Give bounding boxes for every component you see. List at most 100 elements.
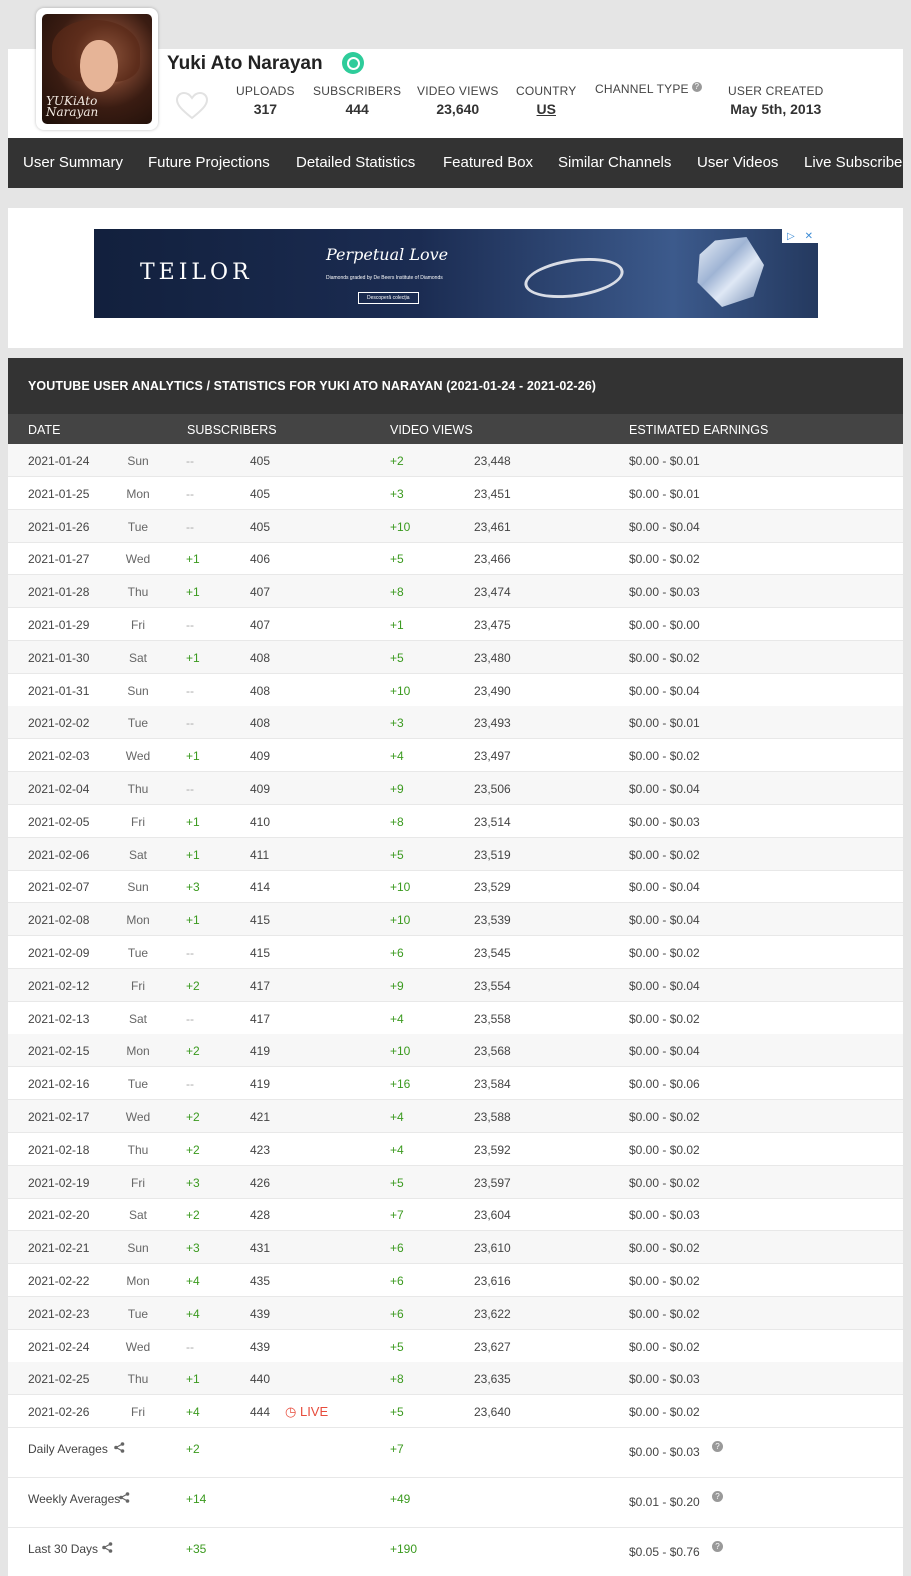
row-views: 23,558 <box>474 1011 511 1026</box>
table-row: 2021-01-24 Sun -- 405 +2 23,448 $0.00 - $0.01 <box>8 444 903 477</box>
row-earnings: $0.00 - $0.02 <box>629 1175 700 1190</box>
row-views: 23,588 <box>474 1110 511 1124</box>
stat-value: 444 <box>345 101 369 117</box>
row-views: 23,480 <box>474 650 511 665</box>
row-subscribers: 419 <box>250 1044 271 1059</box>
country-link[interactable]: US <box>516 101 577 117</box>
table-row: 2021-02-12 Fri +2 417 +9 23,554 $0.00 - $0.04 <box>8 968 903 1002</box>
close-icon[interactable]: ✕ <box>805 231 813 242</box>
row-sub-change: +3 <box>186 1241 200 1256</box>
row-views: 23,627 <box>474 1339 511 1354</box>
table-row: 2021-02-02 Tue -- 408 +3 23,493 $0.00 - $0.01 <box>8 706 903 740</box>
help-icon[interactable]: ? <box>712 1441 723 1452</box>
row-sub-change: +2 <box>186 1208 200 1223</box>
summary-label: Last 30 Days <box>28 1542 99 1556</box>
row-day: Thu <box>127 585 149 600</box>
table-row: 2021-02-07 Sun +3 414 +10 23,529 $0.00 - $0.04 <box>8 870 903 904</box>
nav-user-summary[interactable]: User Summary <box>23 154 123 171</box>
row-earnings: $0.00 - $0.03 <box>629 814 700 829</box>
row-day: Fri <box>131 978 145 993</box>
ad-banner[interactable]: TEILOR Perpetual Love Diamonds graded by… <box>94 229 818 318</box>
diamond-image <box>697 237 764 307</box>
row-earnings: $0.00 - $0.06 <box>629 1077 700 1092</box>
row-date: 2021-02-08 <box>28 913 90 928</box>
summary-views: +7 <box>390 1442 404 1456</box>
heart-icon[interactable] <box>176 92 208 120</box>
row-view-change: +5 <box>390 847 404 862</box>
row-earnings: $0.00 - $0.03 <box>629 1372 700 1387</box>
row-view-change: +10 <box>390 880 411 895</box>
summary-subscribers: +14 <box>186 1492 207 1506</box>
row-subscribers: 439 <box>250 1339 271 1354</box>
row-subscribers: 407 <box>250 618 271 632</box>
ad-cta-button[interactable]: Descoperă colecția <box>358 292 419 304</box>
row-subscribers: 440 <box>250 1372 271 1387</box>
row-date: 2021-01-30 <box>28 650 90 665</box>
help-icon[interactable]: ? <box>691 82 702 92</box>
share-icon[interactable] <box>114 1442 125 1456</box>
table-row: 2021-01-31 Sun -- 408 +10 23,490 $0.00 - $0.04 <box>8 674 903 707</box>
row-view-change: +4 <box>390 749 404 764</box>
row-subscribers: 417 <box>250 1011 271 1026</box>
row-subscribers: 415 <box>250 946 271 960</box>
table-row: 2021-02-06 Sat +1 411 +5 23,519 $0.00 - $0.02 <box>8 837 903 871</box>
summary-subscribers: +2 <box>186 1442 200 1456</box>
row-views: 23,493 <box>474 716 511 731</box>
row-day: Sat <box>128 847 147 862</box>
avatar[interactable]: YUKiAto Narayan <box>42 14 152 124</box>
row-earnings: $0.00 - $0.04 <box>629 683 700 698</box>
nav-featured-box[interactable]: Featured Box <box>443 154 533 171</box>
live-link[interactable]: ◷ LIVE <box>285 1404 328 1420</box>
row-sub-change: -- <box>186 946 194 960</box>
row-day: Mon <box>126 913 150 928</box>
help-icon[interactable]: ? <box>712 1491 723 1502</box>
row-date: 2021-02-16 <box>28 1077 90 1092</box>
stat-label: VIDEO VIEWS <box>417 84 499 98</box>
row-sub-change: -- <box>186 454 194 468</box>
col-video-views: VIDEO VIEWS <box>390 423 473 437</box>
table-row: 2021-01-26 Tue -- 405 +10 23,461 $0.00 - $0.04 <box>8 509 903 543</box>
help-icon[interactable]: ? <box>712 1541 723 1552</box>
row-view-change: +4 <box>390 1011 404 1026</box>
row-views: 23,448 <box>474 454 511 468</box>
nav-detailed-statistics[interactable]: Detailed Statistics <box>296 154 415 171</box>
row-day: Mon <box>126 1044 150 1059</box>
nav-similar-channels[interactable]: Similar Channels <box>558 154 671 171</box>
share-icon[interactable] <box>119 1492 130 1506</box>
row-day: Tue <box>127 1306 149 1321</box>
nav-future-projections[interactable]: Future Projections <box>148 154 270 171</box>
row-views: 23,490 <box>474 683 511 698</box>
panel-title: YOUTUBE USER ANALYTICS / STATISTICS FOR … <box>28 379 597 393</box>
row-view-change: +10 <box>390 519 411 534</box>
row-views: 23,539 <box>474 913 511 928</box>
row-sub-change: +4 <box>186 1306 200 1321</box>
table-row: 2021-02-16 Tue -- 419 +16 23,584 $0.00 - $0.06 <box>8 1067 903 1101</box>
row-date: 2021-02-17 <box>28 1110 90 1124</box>
ring-image <box>521 252 627 304</box>
stat-video-views: VIDEO VIEWS 23,640 <box>417 84 499 117</box>
row-views: 23,622 <box>474 1306 511 1321</box>
row-subscribers: 405 <box>250 454 271 468</box>
avatar-frame: YUKiAto Narayan <box>36 8 158 130</box>
stat-value: 317 <box>253 101 278 117</box>
nav-user-videos[interactable]: User Videos <box>697 154 778 171</box>
row-sub-change: -- <box>186 618 194 632</box>
panel-title-bar: YOUTUBE USER ANALYTICS / STATISTICS FOR … <box>8 358 903 414</box>
row-sub-change: +1 <box>186 847 200 862</box>
row-subscribers: 428 <box>250 1208 271 1223</box>
row-day: Fri <box>131 618 145 632</box>
row-date: 2021-02-07 <box>28 880 90 895</box>
adchoices-icon[interactable]: ▷ <box>787 231 795 242</box>
stats-panel: YOUTUBE USER ANALYTICS / STATISTICS FOR … <box>8 358 903 1576</box>
share-icon[interactable] <box>102 1542 113 1556</box>
row-date: 2021-01-25 <box>28 486 90 501</box>
row-subscribers: 419 <box>250 1077 271 1092</box>
table-row: 2021-02-25 Thu +1 440 +8 23,635 $0.00 - $0.03 <box>8 1362 903 1396</box>
row-sub-change: -- <box>186 1339 194 1354</box>
nav-live-subscriber[interactable]: Live Subscriber <box>804 154 903 171</box>
row-view-change: +5 <box>390 552 404 567</box>
row-sub-change: +1 <box>186 913 200 928</box>
row-views: 23,597 <box>474 1175 511 1190</box>
row-view-change: +5 <box>390 1405 404 1420</box>
row-day: Sat <box>128 650 147 665</box>
